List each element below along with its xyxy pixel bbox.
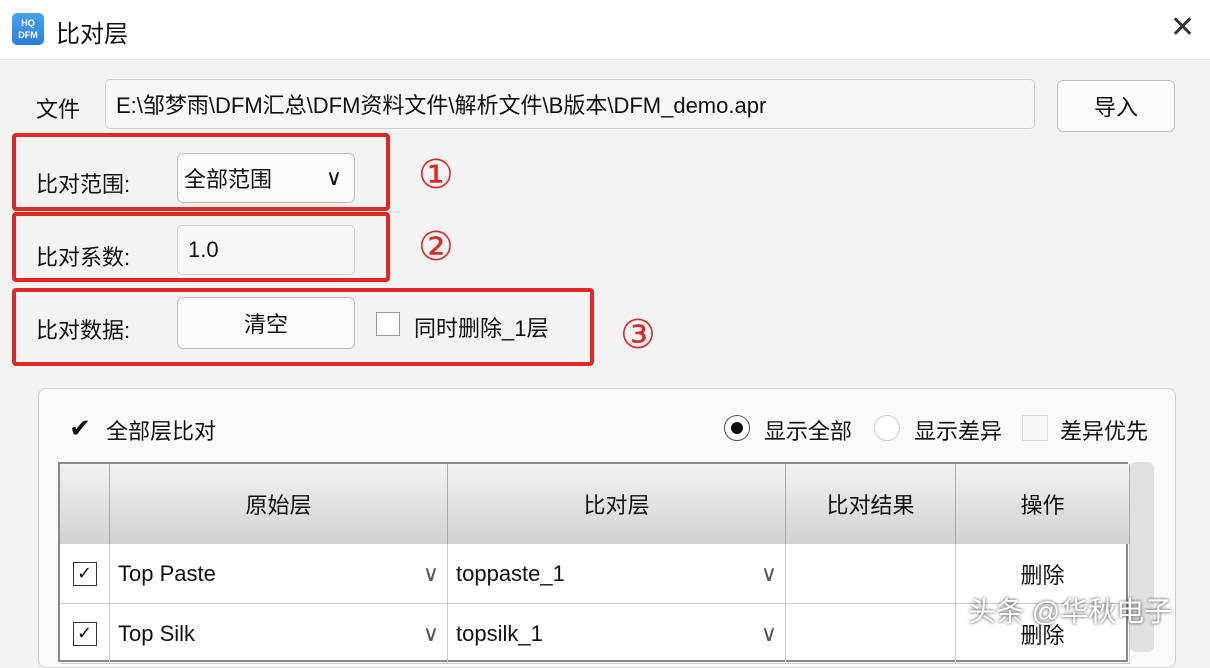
window-title: 比对层 xyxy=(56,21,128,48)
header-compare: 比对层 xyxy=(448,464,786,544)
clear-button[interactable]: 清空 xyxy=(177,297,355,349)
original-layer-value: Top Silk xyxy=(118,620,196,646)
range-label: 比对范围: xyxy=(36,172,131,197)
range-value: 全部范围 xyxy=(184,167,273,192)
header-checkbox-col xyxy=(60,464,110,544)
compare-layer-value: toppaste_1 xyxy=(456,560,565,586)
title-bar: HQ DFM 比对层 ✕ xyxy=(0,0,1210,60)
file-path-field[interactable]: E:\邹梦雨\DFM汇总\DFM资料文件\解析文件\B版本\DFM_demo.a… xyxy=(105,79,1035,129)
diff-first-label: 差异优先 xyxy=(1060,419,1149,444)
original-layer-value: Top Paste xyxy=(118,560,216,586)
annotation-2: ② xyxy=(418,225,454,269)
chevron-down-icon: ∨ xyxy=(422,560,439,586)
app-logo: HQ DFM xyxy=(12,13,44,45)
all-layers-checkbox[interactable]: ✔ xyxy=(68,413,92,443)
data-label: 比对数据: xyxy=(36,318,131,343)
header-original: 原始层 xyxy=(110,464,448,544)
row-checkbox[interactable]: ✓ xyxy=(72,621,97,646)
layer-table: 原始层 比对层 比对结果 操作 ✓ Top Paste ∨ toppaste_1 ∨… xyxy=(58,462,1130,664)
watermark: 头条 @华秋电子 xyxy=(968,596,1173,627)
close-icon[interactable]: ✕ xyxy=(1170,10,1195,45)
chevron-down-icon: ∨ xyxy=(760,560,777,586)
result-cell xyxy=(786,544,956,604)
compare-layer-dropdown[interactable]: topsilk_1 ∨ xyxy=(448,604,786,664)
annotation-1: ① xyxy=(418,153,454,197)
original-layer-dropdown[interactable]: Top Silk ∨ xyxy=(110,604,448,664)
coef-label: 比对系数: xyxy=(36,245,131,270)
chevron-down-icon: ∨ xyxy=(422,620,439,646)
original-layer-dropdown[interactable]: Top Paste ∨ xyxy=(110,544,448,604)
all-layers-label: 全部层比对 xyxy=(106,419,217,444)
chevron-down-icon: ∨ xyxy=(760,620,777,646)
annotation-3: ③ xyxy=(620,313,656,357)
show-all-label: 显示全部 xyxy=(764,419,853,444)
delete-layer-checkbox[interactable] xyxy=(376,312,400,336)
compare-layer-dropdown[interactable]: toppaste_1 ∨ xyxy=(448,544,786,604)
delete-layer-label: 同时删除_1层 xyxy=(414,316,549,341)
range-dropdown[interactable]: 全部范围 ∨ xyxy=(177,153,355,203)
show-all-radio[interactable] xyxy=(724,415,750,441)
header-result: 比对结果 xyxy=(786,464,956,544)
compare-layer-value: topsilk_1 xyxy=(456,620,543,646)
header-action: 操作 xyxy=(956,464,1130,544)
coef-input[interactable]: 1.0 xyxy=(177,225,355,275)
show-diff-label: 显示差异 xyxy=(914,419,1003,444)
file-label: 文件 xyxy=(36,97,81,122)
show-diff-radio[interactable] xyxy=(874,415,900,441)
chevron-down-icon: ∨ xyxy=(325,165,342,190)
import-button[interactable]: 导入 xyxy=(1057,80,1175,132)
row-checkbox[interactable]: ✓ xyxy=(72,561,97,586)
result-cell xyxy=(786,604,956,664)
diff-first-checkbox[interactable] xyxy=(1022,415,1048,441)
